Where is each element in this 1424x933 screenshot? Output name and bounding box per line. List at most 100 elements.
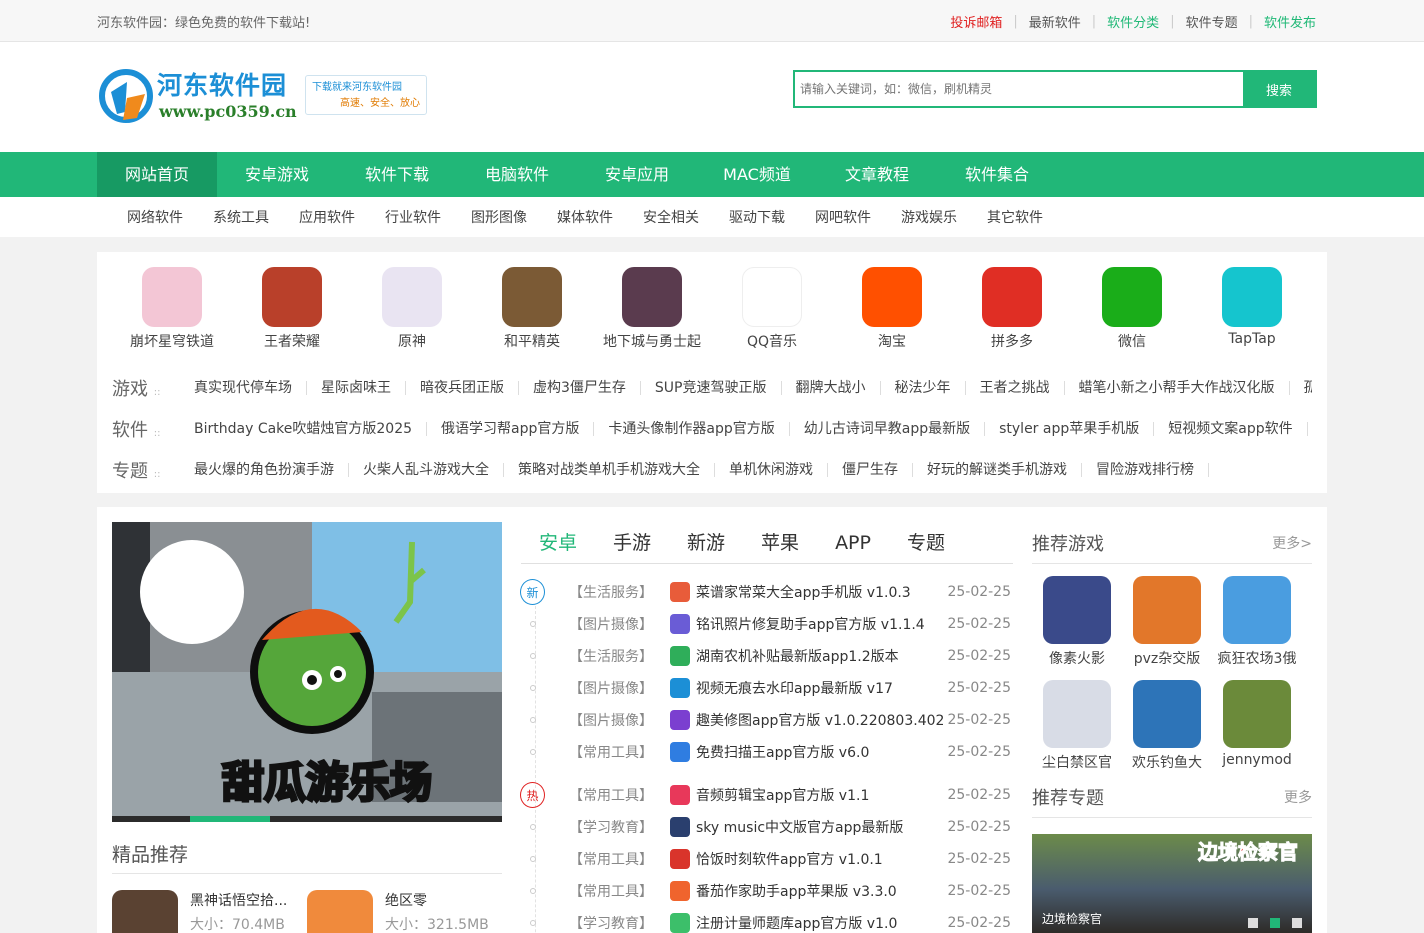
item-title[interactable]: 注册计量师题库app官方版 v1.0	[696, 913, 943, 933]
tag-link[interactable]: 王者之挑战	[966, 380, 1065, 395]
hot-app-item[interactable]: 淘宝	[832, 267, 952, 367]
list-item[interactable]: 新【生活服务】 菜谱家常菜大全app手机版 v1.0.3 25-02-25	[520, 576, 1011, 608]
item-title[interactable]: 音频剪辑宝app官方版 v1.1	[696, 785, 943, 805]
item-title[interactable]: 湖南农机补贴最新版app1.2版本	[696, 646, 943, 666]
hot-app-item[interactable]: TapTap	[1192, 267, 1312, 367]
nav-android-apps[interactable]: 安卓应用	[577, 152, 697, 197]
search-button[interactable]: 搜索	[1243, 72, 1315, 106]
featured-banner[interactable]: 甜瓜游乐场	[112, 522, 502, 822]
tag-link[interactable]: Birthday Cake吹蜡烛官方版2025	[180, 421, 428, 436]
tag-link[interactable]: 星际卤味王	[307, 380, 406, 395]
recommended-game[interactable]: 像素火影	[1032, 576, 1122, 668]
list-item[interactable]: 【图片摄像】 趣美修图app官方版 v1.0.220803.402 25-02-25	[521, 704, 1011, 736]
hot-app-item[interactable]: 地下城与勇士起	[592, 267, 712, 367]
tab-android[interactable]: 安卓	[521, 522, 595, 563]
item-title[interactable]: 趣美修图app官方版 v1.0.220803.402	[696, 710, 943, 730]
item-title[interactable]: 菜谱家常菜大全app手机版 v1.0.3	[696, 582, 943, 602]
item-title[interactable]: sky music中文版官方app最新版	[696, 817, 943, 837]
tag-link[interactable]: 最火爆的角色扮演手游	[180, 462, 349, 477]
subnav-item[interactable]: 网络软件	[127, 207, 183, 227]
item-category[interactable]: 【图片摄像】	[545, 678, 655, 698]
subnav-item[interactable]: 应用软件	[299, 207, 355, 227]
tag-link[interactable]: styler app苹果手机版	[985, 421, 1155, 436]
link-software-publish[interactable]: 软件发布	[1253, 12, 1327, 31]
list-item[interactable]: 【学习教育】 注册计量师题库app官方版 v1.0 25-02-25	[521, 907, 1011, 933]
recommended-game[interactable]: 疯狂农场3俄	[1212, 576, 1302, 668]
subnav-item[interactable]: 安全相关	[643, 207, 699, 227]
best-pick-item[interactable]: 黑神话悟空拾... 大小：70.4MB	[112, 890, 287, 933]
item-category[interactable]: 【常用工具】	[545, 881, 655, 901]
tab-topics[interactable]: 专题	[889, 522, 963, 563]
hot-app-item[interactable]: 崩坏星穹铁道	[112, 267, 232, 367]
tag-link[interactable]: SUP竞速驾驶正版	[641, 380, 782, 395]
tag-link[interactable]: 孤	[1290, 381, 1313, 395]
link-latest-software[interactable]: 最新软件	[1018, 12, 1092, 31]
recommended-game[interactable]: pvz杂交版	[1122, 576, 1212, 668]
item-category[interactable]: 【生活服务】	[545, 646, 655, 666]
list-item[interactable]: 【图片摄像】 铭讯照片修复助手app官方版 v1.1.4 25-02-25	[521, 608, 1011, 640]
item-title[interactable]: 免费扫描王app官方版 v6.0	[696, 742, 943, 762]
link-software-category[interactable]: 软件分类	[1096, 12, 1170, 31]
tag-link[interactable]: 秘法少年	[881, 380, 966, 395]
tab-new-games[interactable]: 新游	[669, 522, 743, 563]
tag-link[interactable]: 幼儿古诗词早教app最新版	[790, 421, 986, 436]
list-item[interactable]: 【常用工具】 恰饭时刻软件app官方 v1.0.1 25-02-25	[521, 843, 1011, 875]
tag-link[interactable]: 策略对战类单机手机游戏大全	[504, 462, 715, 477]
subnav-item[interactable]: 游戏娱乐	[901, 207, 957, 227]
subnav-item[interactable]: 媒体软件	[557, 207, 613, 227]
subnav-item[interactable]: 行业软件	[385, 207, 441, 227]
item-title[interactable]: 恰饭时刻软件app官方 v1.0.1	[696, 849, 943, 869]
list-item[interactable]: 【学习教育】 sky music中文版官方app最新版 25-02-25	[521, 811, 1011, 843]
site-logo[interactable]: 河东软件园 www.pc0359.cn	[97, 66, 297, 126]
item-category[interactable]: 【学习教育】	[545, 913, 655, 933]
topics-more-link[interactable]: 更多	[1284, 787, 1312, 807]
subnav-item[interactable]: 网吧软件	[815, 207, 871, 227]
tab-apple[interactable]: 苹果	[743, 522, 817, 563]
list-item[interactable]: 【图片摄像】 视频无痕去水印app最新版 v17 25-02-25	[521, 672, 1011, 704]
subnav-item[interactable]: 其它软件	[987, 207, 1043, 227]
nav-home[interactable]: 网站首页	[97, 152, 217, 197]
tag-link[interactable]: 虚构3僵尸生存	[519, 380, 641, 395]
nav-articles[interactable]: 文章教程	[817, 152, 937, 197]
item-category[interactable]: 【生活服务】	[545, 582, 655, 602]
topic-banner[interactable]: 边境检察官 边境检察官	[1032, 834, 1312, 933]
games-more-link[interactable]: 更多>	[1272, 533, 1312, 553]
hot-app-item[interactable]: QQ音乐	[712, 267, 832, 367]
topic-pagination[interactable]	[1248, 918, 1302, 928]
nav-pc-software[interactable]: 电脑软件	[457, 152, 577, 197]
item-title[interactable]: 铭讯照片修复助手app官方版 v1.1.4	[696, 614, 943, 634]
search-input[interactable]	[795, 72, 1243, 106]
tag-link[interactable]: 真实现代停车场	[180, 380, 307, 395]
tag-link[interactable]: 暗夜兵团正版	[406, 380, 519, 395]
tag-link[interactable]: 短视频文案app软件	[1154, 421, 1308, 436]
tag-link[interactable]: 卡通头像制作器app官方版	[594, 421, 790, 436]
hot-app-item[interactable]: 原神	[352, 267, 472, 367]
subnav-item[interactable]: 系统工具	[213, 207, 269, 227]
recommended-game[interactable]: jennymod	[1212, 680, 1302, 772]
item-category[interactable]: 【图片摄像】	[545, 614, 655, 634]
tag-link[interactable]: 好玩的解谜类手机游戏	[913, 462, 1082, 477]
tab-mobile-games[interactable]: 手游	[595, 522, 669, 563]
list-item[interactable]: 【生活服务】 湖南农机补贴最新版app1.2版本 25-02-25	[521, 640, 1011, 672]
nav-android-games[interactable]: 安卓游戏	[217, 152, 337, 197]
hot-app-item[interactable]: 和平精英	[472, 267, 592, 367]
item-category[interactable]: 【常用工具】	[545, 849, 655, 869]
hot-app-item[interactable]: 王者荣耀	[232, 267, 352, 367]
nav-software-download[interactable]: 软件下载	[337, 152, 457, 197]
tag-link[interactable]: 蜡笔小新之小帮手大作战汉化版	[1065, 380, 1290, 395]
recommended-game[interactable]: 尘白禁区官	[1032, 680, 1122, 772]
banner-slider-indicator[interactable]	[112, 816, 502, 822]
item-title[interactable]: 番茄作家助手app苹果版 v3.3.0	[696, 881, 943, 901]
tab-app[interactable]: APP	[817, 522, 889, 563]
hot-app-item[interactable]: 微信	[1072, 267, 1192, 367]
tag-link[interactable]: 翻牌大战小	[782, 380, 881, 395]
nav-mac[interactable]: MAC频道	[697, 152, 817, 197]
tag-link[interactable]: 单机休闲游戏	[715, 462, 828, 477]
item-title[interactable]: 视频无痕去水印app最新版 v17	[696, 678, 943, 698]
list-item[interactable]: 【常用工具】 番茄作家助手app苹果版 v3.3.0 25-02-25	[521, 875, 1011, 907]
link-software-topics[interactable]: 软件专题	[1175, 12, 1249, 31]
nav-collections[interactable]: 软件集合	[937, 152, 1057, 197]
best-pick-item[interactable]: 绝区零 大小：321.5MB	[307, 890, 489, 933]
link-complaint-email[interactable]: 投诉邮箱	[939, 12, 1013, 31]
tag-link[interactable]: 火柴人乱斗游戏大全	[349, 462, 504, 477]
